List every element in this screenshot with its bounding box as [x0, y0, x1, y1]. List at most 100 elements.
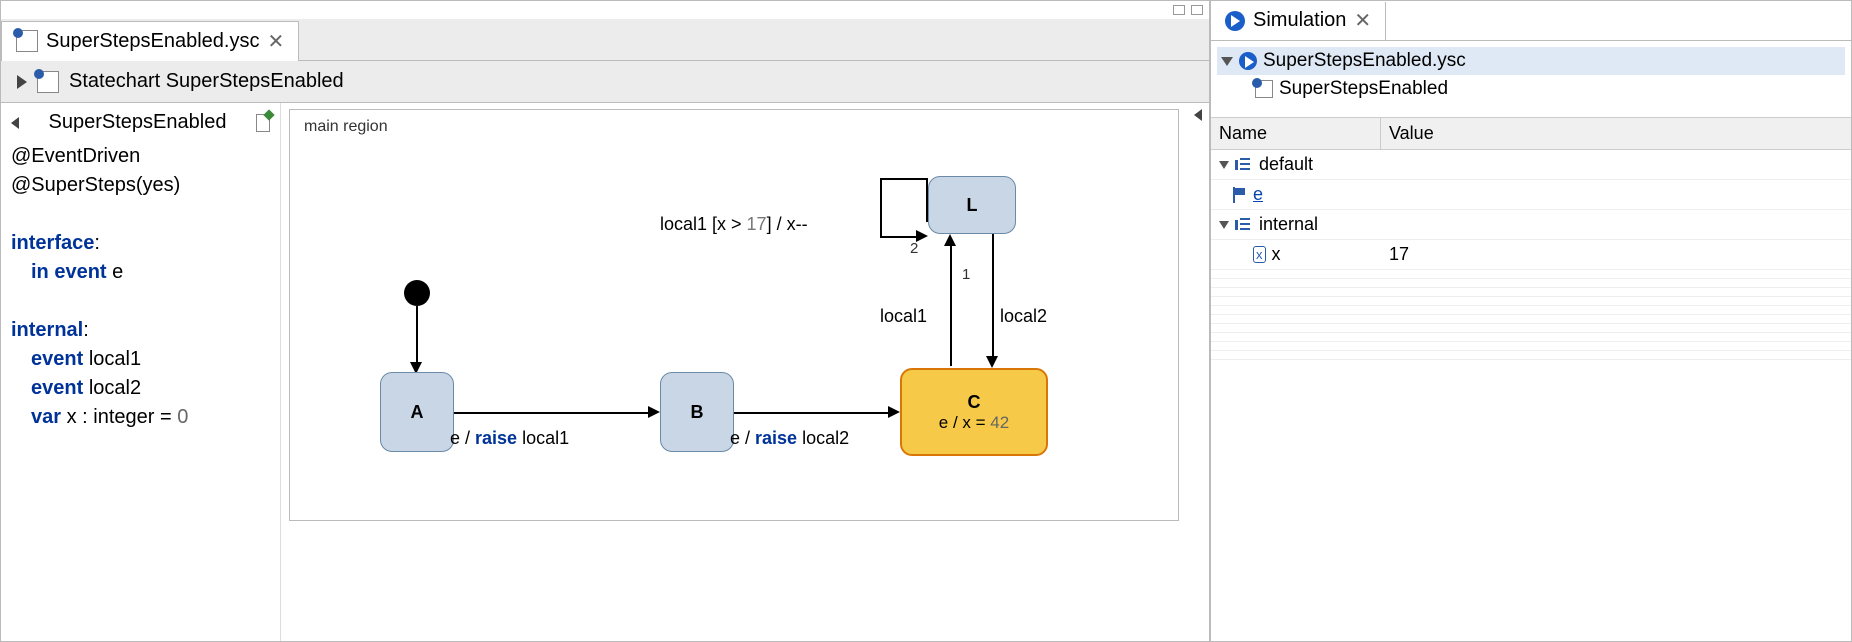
state-label: C — [968, 392, 981, 413]
close-icon[interactable]: ✕ — [267, 29, 284, 54]
transition-A-B[interactable] — [454, 412, 648, 414]
table-row — [1211, 288, 1851, 297]
definition-code[interactable]: @EventDriven @SuperSteps(yes) interface:… — [11, 142, 270, 432]
simulation-tree: SuperStepsEnabled.ysc SuperStepsEnabled — [1211, 41, 1851, 118]
event-link[interactable]: e — [1253, 184, 1263, 205]
column-name[interactable]: Name — [1211, 118, 1381, 149]
table-header: Name Value — [1211, 118, 1851, 150]
tree-row-root[interactable]: SuperStepsEnabled.ysc — [1217, 47, 1845, 75]
table-row — [1211, 306, 1851, 315]
scope-icon — [1235, 158, 1253, 172]
transition-label-B-C: e / raise local2 — [730, 428, 849, 449]
variable-name: x — [1272, 244, 1281, 265]
breadcrumb-label: Statechart SuperStepsEnabled — [69, 70, 344, 93]
state-C[interactable]: C e / x = 42 — [900, 368, 1048, 456]
editor-tab-bar: SuperStepsEnabled.ysc ✕ — [1, 19, 1209, 61]
internal-keyword: internal — [11, 319, 83, 341]
transition-label-A-B: e / raise local1 — [450, 428, 569, 449]
transition-label-L-L: local1 [x > 17] / x-- — [660, 214, 808, 235]
scope-name: default — [1259, 154, 1313, 175]
event-name: e — [112, 261, 123, 283]
transition-L-L[interactable] — [880, 178, 882, 236]
region-label: main region — [304, 118, 388, 136]
simulation-pane: Simulation ✕ SuperStepsEnabled.ysc Super… — [1210, 0, 1852, 642]
transition-L-C[interactable] — [992, 234, 994, 356]
var-name: x — [67, 406, 77, 428]
collapse-icon[interactable] — [11, 117, 19, 129]
simulation-tab[interactable]: Simulation ✕ — [1211, 2, 1386, 40]
initial-state[interactable] — [404, 280, 430, 306]
statechart-file-icon — [16, 30, 38, 52]
expand-icon[interactable] — [17, 75, 27, 89]
collapse-icon[interactable] — [1194, 109, 1202, 121]
transition-L-L[interactable] — [880, 236, 916, 238]
table-row — [1211, 324, 1851, 333]
view-controls — [1, 1, 1209, 19]
table-row — [1211, 342, 1851, 351]
play-icon — [1225, 11, 1245, 31]
table-row — [1211, 297, 1851, 306]
priority-label: 2 — [910, 240, 918, 257]
event-keyword: event — [31, 348, 83, 370]
event-icon — [1233, 187, 1247, 203]
tree-root-label: SuperStepsEnabled.ysc — [1263, 50, 1466, 72]
play-icon — [1239, 52, 1257, 70]
interface-keyword: interface — [11, 232, 94, 254]
event-keyword: event — [31, 377, 83, 399]
editor-pane: SuperStepsEnabled.ysc ✕ Statechart Super… — [0, 0, 1210, 642]
scroll-gutter — [1187, 103, 1209, 641]
variable-icon: x — [1253, 246, 1266, 263]
state-label: L — [967, 195, 978, 216]
state-label: A — [411, 402, 424, 423]
event-keyword: event — [54, 261, 106, 283]
definition-panel: SuperStepsEnabled @EventDriven @SuperSte… — [1, 103, 281, 641]
priority-label: 1 — [962, 266, 970, 283]
annotation: @SuperSteps(yes) — [11, 174, 180, 196]
var-type: integer — [93, 406, 154, 428]
state-B[interactable]: B — [660, 372, 734, 452]
statechart-file-icon — [37, 71, 59, 93]
edit-definition-icon[interactable] — [256, 114, 270, 132]
table-row[interactable]: e — [1211, 180, 1851, 210]
table-row — [1211, 270, 1851, 279]
chevron-down-icon[interactable] — [1219, 161, 1229, 169]
table-row[interactable]: internal — [1211, 210, 1851, 240]
table-row[interactable]: xx 17 — [1211, 240, 1851, 270]
transition-label-C-L: local1 — [880, 306, 927, 327]
transition-B-C[interactable] — [734, 412, 888, 414]
main-region: main region A e / raise local1 B e / rai… — [289, 109, 1179, 521]
event-name: local2 — [89, 377, 141, 399]
editor-tab-label: SuperStepsEnabled.ysc — [46, 30, 259, 53]
state-A[interactable]: A — [380, 372, 454, 452]
state-L[interactable]: L — [928, 176, 1016, 234]
scope-name: internal — [1259, 214, 1318, 235]
arrowhead-icon — [888, 406, 900, 418]
transition-C-L[interactable] — [950, 246, 952, 366]
chevron-down-icon[interactable] — [1219, 221, 1229, 229]
simulation-tab-bar: Simulation ✕ — [1211, 1, 1851, 41]
breadcrumb-bar: Statechart SuperStepsEnabled — [1, 61, 1209, 103]
simulation-tab-label: Simulation — [1253, 9, 1346, 32]
tree-child-label: SuperStepsEnabled — [1279, 78, 1448, 100]
statechart-file-icon — [1255, 80, 1273, 98]
state-action: e / x = 42 — [939, 413, 1009, 433]
editor-body: SuperStepsEnabled @EventDriven @SuperSte… — [1, 103, 1209, 641]
chevron-down-icon[interactable] — [1221, 57, 1233, 66]
definition-title: SuperStepsEnabled — [49, 111, 227, 134]
tree-row-child[interactable]: SuperStepsEnabled — [1217, 75, 1845, 103]
minimize-icon[interactable] — [1173, 5, 1185, 15]
variables-table: Name Value default e internal xx 17 — [1211, 118, 1851, 641]
variable-value[interactable]: 17 — [1381, 240, 1851, 269]
scope-icon — [1235, 218, 1253, 232]
table-row[interactable]: default — [1211, 150, 1851, 180]
transition-label-L-C: local2 — [1000, 306, 1047, 327]
close-icon[interactable]: ✕ — [1354, 8, 1371, 33]
table-row — [1211, 351, 1851, 360]
maximize-icon[interactable] — [1191, 5, 1203, 15]
transition-init-A[interactable] — [416, 306, 418, 364]
transition-L-L[interactable] — [926, 178, 928, 222]
transition-L-L[interactable] — [880, 178, 926, 180]
diagram-canvas[interactable]: main region A e / raise local1 B e / rai… — [281, 103, 1187, 641]
editor-tab[interactable]: SuperStepsEnabled.ysc ✕ — [1, 21, 299, 61]
column-value[interactable]: Value — [1381, 118, 1851, 149]
